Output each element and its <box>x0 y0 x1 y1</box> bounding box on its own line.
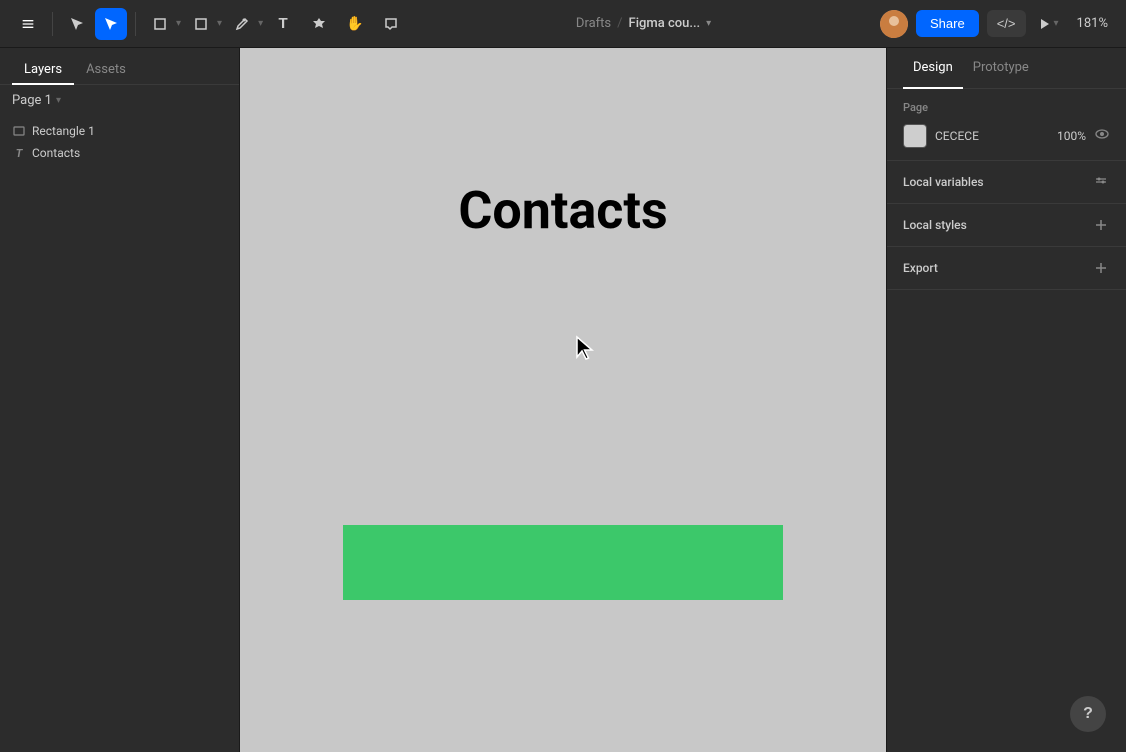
canvas-area[interactable]: Contacts <box>240 48 886 752</box>
layer-name-contacts: Contacts <box>32 146 80 160</box>
layer-name-rectangle: Rectangle 1 <box>32 124 95 138</box>
breadcrumb-separator: / <box>617 16 622 31</box>
canvas-frame: Contacts <box>283 140 843 660</box>
page-opacity-value: 100% <box>1057 129 1086 143</box>
canvas-cursor <box>573 335 597 367</box>
local-variables-header[interactable]: Local variables <box>887 161 1126 203</box>
breadcrumb-drafts: Drafts <box>576 16 611 31</box>
layers-list: Rectangle 1 T Contacts <box>0 116 239 168</box>
frame-tool-group: ▾ <box>144 8 181 40</box>
select-tool-button[interactable] <box>61 8 93 40</box>
local-variables-settings-icon[interactable] <box>1092 173 1110 191</box>
canvas-rect-green <box>343 525 783 600</box>
toolbar-right: Share </> ▾ 181% <box>880 10 1114 38</box>
export-header[interactable]: Export <box>887 247 1126 289</box>
page-section: Page CECECE 100% <box>887 89 1126 161</box>
code-button[interactable]: </> <box>987 10 1026 37</box>
export-section: Export <box>887 247 1126 290</box>
main-area: Layers Assets Page 1 ▾ Rectangle 1 T Con… <box>0 48 1126 752</box>
text-tool-button[interactable]: T <box>267 8 299 40</box>
shape-tool-group: ▾ <box>185 8 222 40</box>
local-styles-title: Local styles <box>903 218 967 232</box>
pen-tool-button[interactable] <box>226 8 258 40</box>
export-title: Export <box>903 261 938 275</box>
page-dropdown-arrow: ▾ <box>56 95 61 106</box>
local-styles-section: Local styles <box>887 204 1126 247</box>
pen-tool-group: ▾ <box>226 8 263 40</box>
hand-tool-button[interactable]: ✋ <box>339 8 371 40</box>
visibility-toggle-icon[interactable] <box>1094 126 1110 146</box>
toolbar-center: Drafts / Figma cou... ▾ <box>411 16 876 31</box>
left-sidebar: Layers Assets Page 1 ▾ Rectangle 1 T Con… <box>0 48 240 752</box>
toolbar: ▾ ▾ ▾ T ✋ Drafts / <box>0 0 1126 48</box>
tab-design[interactable]: Design <box>903 48 963 89</box>
toolbar-divider-1 <box>52 12 53 36</box>
shape-tool-button[interactable] <box>185 8 217 40</box>
tab-layers[interactable]: Layers <box>12 56 74 85</box>
export-add-icon[interactable] <box>1092 259 1110 277</box>
zoom-level[interactable]: 181% <box>1071 12 1114 35</box>
frame-tool-button[interactable] <box>144 8 176 40</box>
tab-prototype[interactable]: Prototype <box>963 48 1039 89</box>
play-button[interactable]: ▾ <box>1034 13 1063 35</box>
comment-tool-button[interactable] <box>375 8 407 40</box>
file-name: Figma cou... <box>629 16 701 31</box>
select-tool-group <box>61 8 127 40</box>
page-color-swatch[interactable] <box>903 124 927 148</box>
resources-button[interactable] <box>303 8 335 40</box>
share-button[interactable]: Share <box>916 10 979 37</box>
layer-item-rectangle[interactable]: Rectangle 1 <box>0 120 239 142</box>
code-label: </> <box>997 16 1016 31</box>
page-color-row: CECECE 100% <box>903 124 1110 148</box>
file-dropdown-arrow[interactable]: ▾ <box>706 18 711 29</box>
page-selector[interactable]: Page 1 ▾ <box>0 85 239 116</box>
rectangle-layer-icon <box>12 124 26 138</box>
sidebar-tabs: Layers Assets <box>0 48 239 85</box>
canvas-text-contacts: Contacts <box>458 180 667 241</box>
avatar <box>880 10 908 38</box>
local-variables-title: Local variables <box>903 175 984 189</box>
right-panel-content: Page CECECE 100% Local variables <box>887 89 1126 752</box>
help-button[interactable]: ? <box>1070 696 1106 732</box>
local-styles-add-icon[interactable] <box>1092 216 1110 234</box>
page-section-label: Page <box>903 101 1110 114</box>
local-variables-section: Local variables <box>887 161 1126 204</box>
canvas-content: Contacts <box>240 48 886 752</box>
layer-item-contacts[interactable]: T Contacts <box>0 142 239 164</box>
local-styles-header[interactable]: Local styles <box>887 204 1126 246</box>
right-sidebar: Design Prototype Page CECECE 100% <box>886 48 1126 752</box>
toolbar-divider-2 <box>135 12 136 36</box>
page-color-value: CECECE <box>935 129 1049 143</box>
text-layer-icon: T <box>12 146 26 160</box>
tab-assets[interactable]: Assets <box>74 56 138 85</box>
move-tool-button[interactable] <box>95 8 127 40</box>
right-tabs: Design Prototype <box>887 48 1126 89</box>
main-menu-button[interactable] <box>12 8 44 40</box>
toolbar-left: ▾ ▾ ▾ T ✋ <box>12 8 407 40</box>
page-name: Page 1 <box>12 93 52 108</box>
